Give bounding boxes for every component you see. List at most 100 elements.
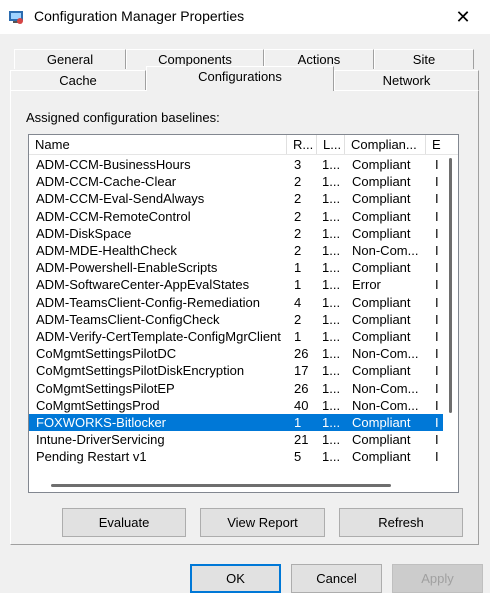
baselines-label: Assigned configuration baselines: — [26, 110, 220, 125]
cell-compliance: Compliant — [352, 449, 411, 465]
cell-revision: 3 — [294, 157, 302, 172]
table-row[interactable]: ADM-SoftwareCenter-AppEvalStates 1 1... Err… — [29, 276, 443, 293]
cell-revision: 26 — [294, 380, 309, 396]
cell-last-evaluation: 1... — [322, 174, 341, 190]
cell-revision: 1 — [294, 415, 302, 430]
cell-last-evaluation: 1... — [322, 397, 341, 413]
close-button[interactable]: ✕ — [440, 2, 486, 32]
cell-revision: 21 — [294, 432, 309, 448]
table-row[interactable]: ADM-TeamsClient-Config-Remediation 4 1... C… — [29, 294, 443, 311]
config-manager-icon — [9, 11, 23, 24]
baselines-list[interactable]: Name R... L... Complian... E ADM-CCM-Bus… — [28, 134, 459, 493]
evaluate-button[interactable]: Evaluate — [62, 508, 186, 537]
column-header-last-evaluation[interactable]: L... — [317, 135, 345, 154]
cell-revision: 4 — [294, 294, 302, 310]
table-row[interactable]: CoMgmtSettingsPilotDiskEncryption 17 1... C… — [29, 362, 443, 379]
cell-last-evaluation: 1... — [322, 311, 341, 327]
cell-compliance: Compliant — [352, 329, 411, 344]
cell-evaluation-state: I — [435, 208, 439, 224]
cell-last-evaluation: 1... — [322, 449, 341, 465]
cell-name: CoMgmtSettingsPilotDiskEncryption — [36, 363, 245, 379]
cell-compliance: Non-Com... — [352, 243, 419, 258]
cell-compliance: Compliant — [352, 174, 411, 190]
table-row[interactable]: ADM-MDE-HealthCheck 2 1... Non-Com... I — [29, 242, 443, 259]
cell-revision: 1 — [294, 329, 302, 344]
table-row[interactable]: ADM-CCM-Cache-Clear 2 1... Compliant I — [29, 173, 443, 190]
table-row[interactable]: ADM-CCM-BusinessHours 3 1... Compliant I — [29, 156, 443, 173]
cell-last-evaluation: 1... — [322, 225, 341, 241]
cell-evaluation-state: I — [435, 191, 439, 207]
cell-revision: 1 — [294, 260, 302, 276]
table-row[interactable]: ADM-DiskSpace 2 1... Compliant I — [29, 225, 443, 242]
cell-name: ADM-Verify-CertTemplate-ConfigMgrClient — [36, 329, 281, 344]
cell-compliance: Compliant — [352, 260, 411, 276]
cell-compliance: Compliant — [352, 415, 411, 430]
table-row[interactable]: ADM-TeamsClient-ConfigCheck 2 1... Complian… — [29, 311, 443, 328]
tab-cache[interactable]: Cache — [10, 70, 146, 90]
cell-evaluation-state: I — [435, 346, 439, 362]
column-header-compliance[interactable]: Complian... — [345, 135, 426, 154]
cell-compliance: Non-Com... — [352, 397, 419, 413]
vertical-scroll-thumb[interactable] — [449, 158, 452, 413]
cell-revision: 2 — [294, 208, 302, 224]
tab-general[interactable]: General — [14, 49, 126, 69]
cell-name: ADM-CCM-Cache-Clear — [36, 174, 177, 190]
tab-network[interactable]: Network — [334, 70, 479, 90]
table-row[interactable]: CoMgmtSettingsPilotDC 26 1... Non-Com... I — [29, 345, 443, 362]
cell-evaluation-state: I — [435, 397, 439, 413]
table-row[interactable]: ADM-CCM-Eval-SendAlways 2 1... Compliant I — [29, 190, 443, 207]
title-bar: Configuration Manager Properties ✕ — [0, 0, 490, 34]
apply-button[interactable]: Apply — [392, 564, 483, 593]
cell-revision: 2 — [294, 191, 302, 207]
tab-site[interactable]: Site — [374, 49, 474, 69]
column-header-revision[interactable]: R... — [287, 135, 317, 154]
cancel-button[interactable]: Cancel — [291, 564, 382, 593]
cell-revision: 2 — [294, 243, 302, 258]
cell-last-evaluation: 1... — [322, 294, 341, 310]
cell-name: CoMgmtSettingsProd — [36, 397, 160, 413]
table-row[interactable]: ADM-Powershell-EnableScripts 1 1... Complia… — [29, 259, 443, 276]
cell-name: CoMgmtSettingsPilotEP — [36, 380, 175, 396]
table-row[interactable]: CoMgmtSettingsPilotEP 26 1... Non-Com... I — [29, 380, 443, 397]
cell-evaluation-state: I — [435, 432, 439, 448]
cell-evaluation-state: I — [435, 277, 439, 293]
cell-revision: 2 — [294, 225, 302, 241]
ok-button[interactable]: OK — [190, 564, 281, 593]
cell-last-evaluation: 1... — [322, 191, 341, 207]
view-report-button[interactable]: View Report — [200, 508, 325, 537]
cell-last-evaluation: 1... — [322, 277, 341, 293]
table-row[interactable]: FOXWORKS-Bitlocker 1 1... Compliant I — [29, 414, 443, 431]
table-row[interactable]: Pending Restart v1 5 1... Compliant I — [29, 448, 443, 465]
refresh-button[interactable]: Refresh — [339, 508, 463, 537]
cell-name: Pending Restart v1 — [36, 449, 147, 465]
cell-compliance: Compliant — [352, 191, 411, 207]
cell-evaluation-state: I — [435, 415, 439, 430]
cell-last-evaluation: 1... — [322, 329, 341, 344]
column-header-name[interactable]: Name — [29, 135, 287, 154]
cell-revision: 5 — [294, 449, 302, 465]
cell-evaluation-state: I — [435, 329, 439, 344]
horizontal-scrollbar[interactable] — [29, 475, 443, 492]
table-row[interactable]: Intune-DriverServicing 21 1... Compliant I — [29, 431, 443, 448]
cell-last-evaluation: 1... — [322, 432, 341, 448]
tab-configurations[interactable]: Configurations — [146, 66, 334, 91]
cell-evaluation-state: I — [435, 449, 439, 465]
table-row[interactable]: ADM-Verify-CertTemplate-ConfigMgrClient 1… — [29, 328, 443, 345]
table-row[interactable]: CoMgmtSettingsProd 40 1... Non-Com... I — [29, 397, 443, 414]
cell-last-evaluation: 1... — [322, 208, 341, 224]
cell-compliance: Compliant — [352, 363, 411, 379]
horizontal-scroll-thumb[interactable] — [51, 484, 391, 487]
scrollbar-corner — [443, 475, 458, 492]
table-row[interactable]: ADM-CCM-RemoteControl 2 1... Compliant I — [29, 208, 443, 225]
header-divider — [29, 154, 458, 155]
cell-revision: 17 — [294, 363, 309, 379]
cell-name: ADM-MDE-HealthCheck — [36, 243, 177, 258]
vertical-scrollbar[interactable] — [443, 155, 458, 473]
cell-compliance: Compliant — [352, 311, 411, 327]
cell-compliance: Non-Com... — [352, 380, 419, 396]
cell-name: Intune-DriverServicing — [36, 432, 165, 448]
cell-evaluation-state: I — [435, 311, 439, 327]
column-header-evaluation-state[interactable]: E — [426, 135, 458, 154]
cell-last-evaluation: 1... — [322, 346, 341, 362]
cell-name: ADM-SoftwareCenter-AppEvalStates — [36, 277, 250, 293]
